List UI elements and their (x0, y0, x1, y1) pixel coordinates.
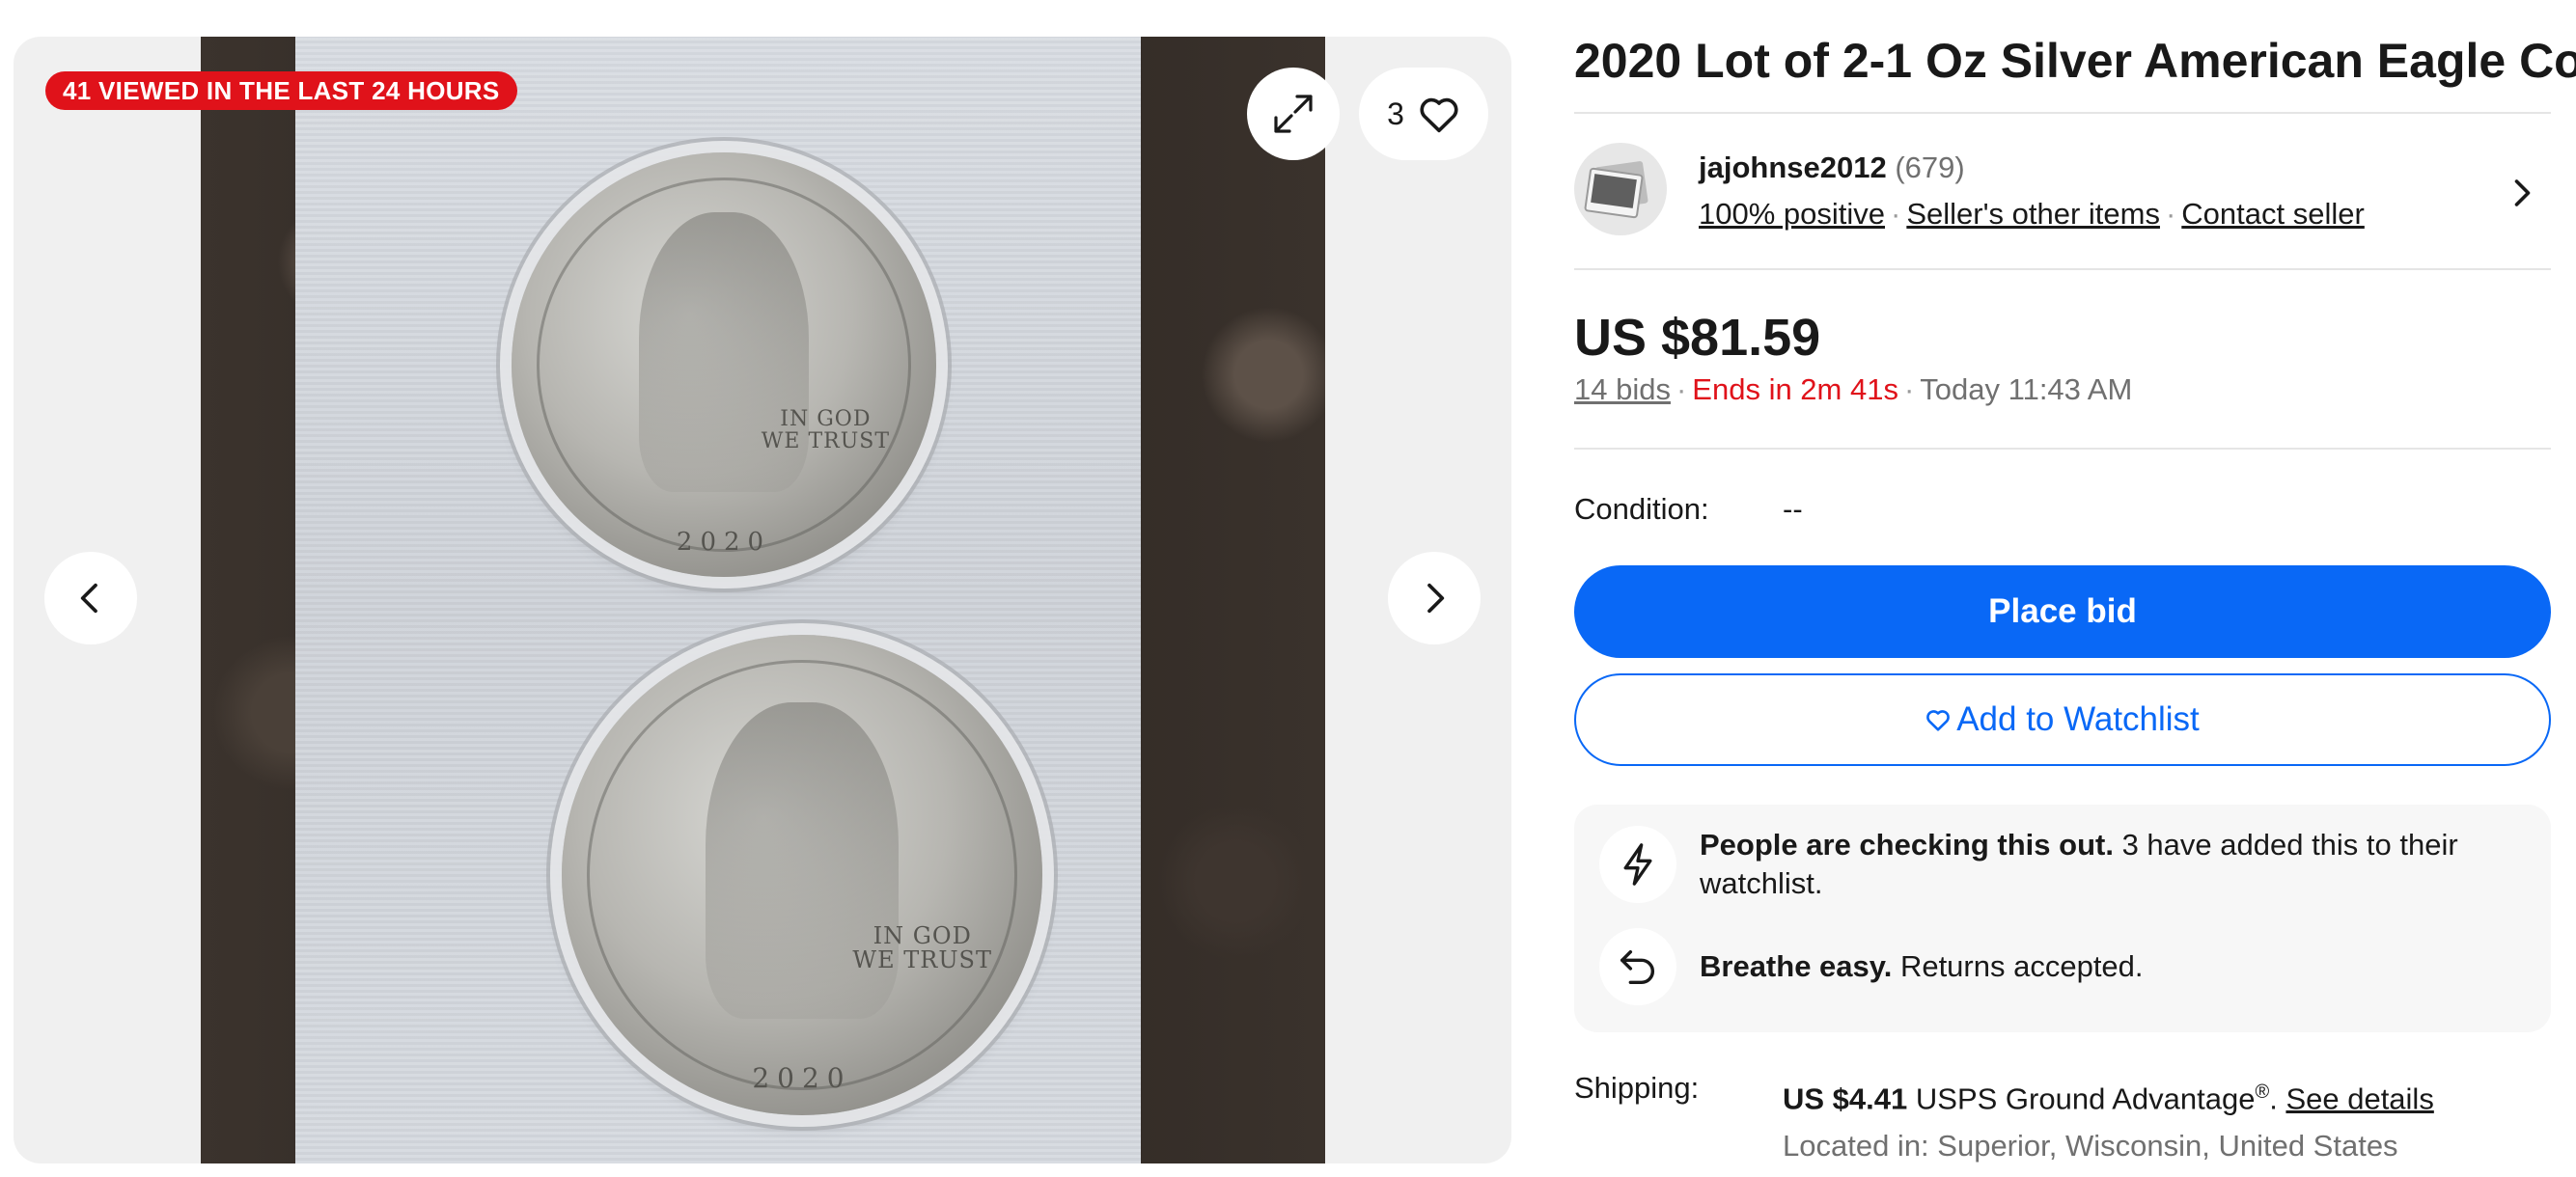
condition-label: Condition: (1574, 492, 1709, 526)
shipping-value: US $4.41 USPS Ground Advantage®. See det… (1783, 1081, 2434, 1116)
listing-title: 2020 Lot of 2-1 Oz Silver American Eagle… (1574, 34, 2576, 88)
seller-feedback-score: (679) (1895, 151, 1965, 184)
see-details-link[interactable]: See details (2285, 1081, 2433, 1115)
shipping-label: Shipping: (1574, 1071, 1700, 1105)
end-time: Today 11:43 AM (1920, 372, 2133, 406)
current-price: US $81.59 (1574, 309, 1821, 367)
shipping-service: USPS Ground Advantage (1907, 1081, 2256, 1116)
bid-count-link[interactable]: 14 bids (1574, 372, 1671, 406)
coin-motto: IN GOD WE TRUST (761, 407, 890, 454)
time-remaining: Ends in 2m 41s (1692, 372, 1898, 406)
seller-details-button[interactable] (2504, 172, 2538, 219)
coin-year: 2020 (752, 1061, 852, 1094)
coin-year: 2020 (676, 527, 772, 557)
seller-name-line: jajohnse2012 (679) (1699, 149, 1965, 187)
heart-icon (1926, 710, 1951, 731)
lightning-icon-wrap (1599, 826, 1676, 903)
shipping-cost: US $4.41 (1783, 1081, 1908, 1116)
contact-seller-link[interactable]: Contact seller (2181, 197, 2365, 231)
divider (1574, 112, 2551, 114)
divider (1574, 448, 2551, 450)
photo-placeholder-icon (1584, 161, 1648, 219)
watchers-message: People are checking this out. 3 have add… (1700, 828, 2458, 900)
return-arrow-icon (1620, 949, 1654, 985)
watchlist-label: Add to Watchlist (1956, 700, 2200, 738)
next-image-button[interactable] (1388, 552, 1481, 644)
previous-image-button[interactable] (44, 552, 137, 644)
heart-icon (1420, 97, 1458, 133)
positive-feedback-link[interactable]: 100% positive (1699, 197, 1885, 231)
seller-avatar[interactable] (1574, 143, 1667, 235)
add-to-watchlist-button[interactable]: Add to Watchlist (1574, 673, 2551, 766)
coin-bottom: IN GOD WE TRUST 2020 (562, 635, 1042, 1115)
item-location: Located in: Superior, Wisconsin, United … (1783, 1129, 2398, 1163)
condition-value: -- (1783, 492, 1803, 526)
lightning-icon (1623, 843, 1652, 886)
listing-photo[interactable]: IN GOD WE TRUST 2020 IN GOD WE TRUST 2020 (201, 37, 1325, 1163)
image-gallery: IN GOD WE TRUST 2020 IN GOD WE TRUST 2020 … (14, 37, 1511, 1163)
divider (1574, 268, 2551, 270)
views-badge: 41 VIEWED IN THE LAST 24 HOURS (45, 71, 517, 110)
expand-icon (1274, 95, 1313, 133)
coin-motto: IN GOD WE TRUST (852, 922, 992, 974)
seller-name[interactable]: jajohnse2012 (1699, 151, 1887, 184)
highlights-box: People are checking this out. 3 have add… (1574, 805, 2551, 1032)
seller-links: 100% positive · Seller's other items · Conta… (1699, 197, 2365, 231)
seller-other-items-link[interactable]: Seller's other items (1906, 197, 2160, 231)
return-icon-wrap (1599, 928, 1676, 1005)
bid-info: 14 bids · Ends in 2m 41s · Today 11:43 AM (1574, 372, 2133, 406)
place-bid-button[interactable]: Place bid (1574, 565, 2551, 658)
chevron-left-icon (80, 583, 97, 614)
returns-message: Breathe easy. Returns accepted. (1700, 949, 2144, 983)
favorite-button[interactable]: 3 (1359, 68, 1488, 160)
expand-button[interactable] (1247, 68, 1340, 160)
chevron-right-icon (2514, 179, 2531, 206)
favorite-count: 3 (1387, 96, 1404, 131)
chevron-right-icon (1427, 583, 1445, 614)
coin-top: IN GOD WE TRUST 2020 (512, 152, 936, 577)
